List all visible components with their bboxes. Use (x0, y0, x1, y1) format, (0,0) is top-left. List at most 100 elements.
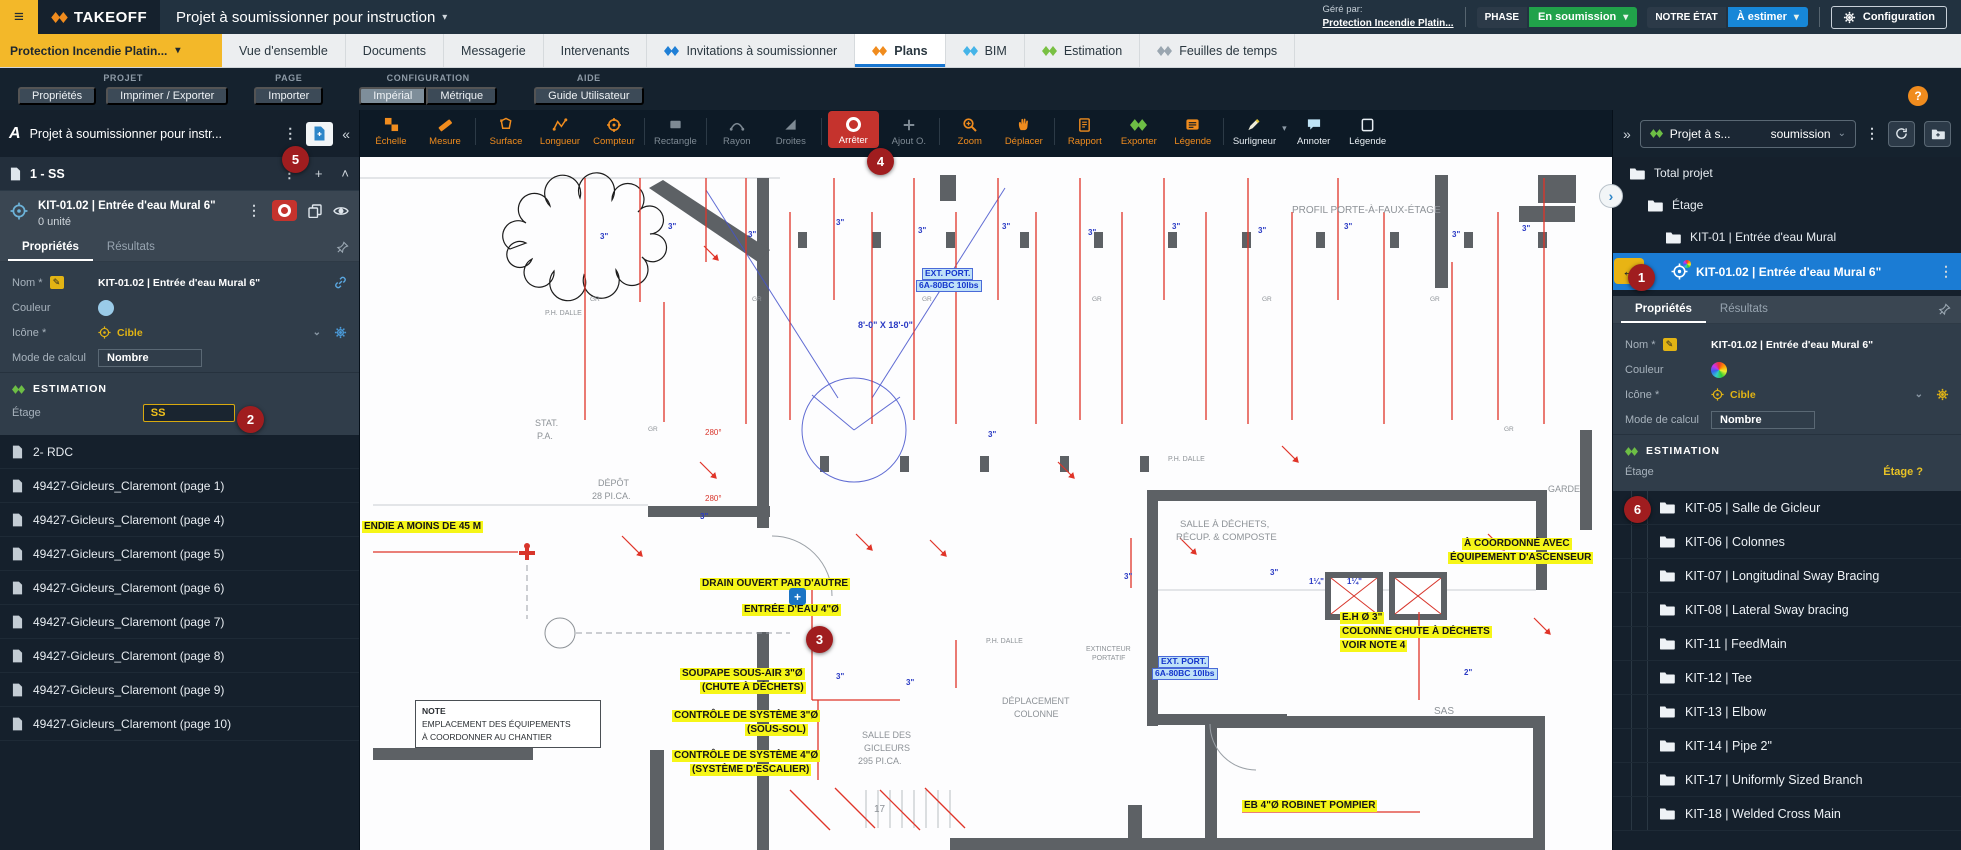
project-selector-dropdown[interactable]: Protection Incendie Platin... ▾ (0, 34, 222, 67)
pin-icon[interactable] (336, 241, 349, 254)
tool-arreter[interactable]: Arrêter (828, 111, 879, 148)
tab-messagerie[interactable]: Messagerie (444, 34, 544, 67)
tool-legende-2[interactable]: Légende (1341, 110, 1395, 147)
collapse-panel-icon[interactable]: » (1623, 126, 1631, 142)
tool-longueur[interactable]: Longueur (533, 110, 587, 147)
tree-item-etage[interactable]: Étage (1613, 189, 1961, 221)
chevron-down-icon[interactable]: ⌄ (1915, 389, 1923, 400)
add-page-button[interactable] (306, 122, 333, 146)
estimate-selector-dropdown[interactable]: Projet à s... soumission ⌄ (1640, 120, 1856, 148)
active-takeoff-stop-button[interactable] (272, 200, 297, 221)
selected-takeoff-row[interactable]: ← KIT-01.02 | Entrée d'eau Mural 6" ⋮ (1613, 253, 1961, 290)
tab-estimation[interactable]: Estimation (1025, 34, 1140, 67)
tab-vue-densemble[interactable]: Vue d'ensemble (222, 34, 346, 67)
tool-rayon[interactable]: Rayon (710, 110, 764, 147)
kebab-menu-icon[interactable]: ⋮ (247, 202, 261, 219)
sheet-item[interactable]: 49427-Gicleurs_Claremont (page 7) (0, 605, 359, 639)
tab-resultats[interactable]: Résultats (93, 234, 169, 261)
tool-compteur[interactable]: Compteur (587, 110, 641, 147)
expand-panel-button[interactable]: › (1599, 184, 1623, 208)
kit-item-05[interactable]: KIT-05 | Salle de Gicleur (1613, 491, 1961, 525)
sheet-item[interactable]: 49427-Gicleurs_Claremont (page 10) (0, 707, 359, 741)
takeoff-point-marker[interactable]: + (789, 588, 806, 605)
managed-by-link[interactable]: Protection Incendie Platin... (1322, 18, 1453, 29)
plan-canvas[interactable]: ENDIE A MOINS DE 45 MDRAIN OUVERT PAR D'… (360, 157, 1612, 850)
kebab-menu-icon[interactable]: ⋮ (1939, 263, 1953, 280)
sheet-item[interactable]: 49427-Gicleurs_Claremont (page 5) (0, 537, 359, 571)
sheet-item[interactable]: 49427-Gicleurs_Claremont (page 9) (0, 673, 359, 707)
sheet-item[interactable]: 49427-Gicleurs_Claremont (page 4) (0, 503, 359, 537)
color-swatch[interactable] (98, 300, 114, 316)
tool-rapport[interactable]: Rapport (1058, 110, 1112, 147)
tab-intervenants[interactable]: Intervenants (544, 34, 648, 67)
kit-item-17[interactable]: KIT-17 | Uniformly Sized Branch (1613, 763, 1961, 797)
guide-utilisateur-button[interactable]: Guide Utilisateur (534, 87, 643, 105)
help-button[interactable]: ? (1908, 86, 1928, 106)
gear-icon[interactable] (334, 326, 347, 339)
collapse-icon[interactable]: ˄ (341, 166, 349, 181)
phase-dropdown[interactable]: En soumission▾ (1529, 7, 1637, 27)
etage-link[interactable]: Étage ? (1883, 466, 1949, 478)
icon-value[interactable]: Cible (1711, 388, 1756, 401)
chevron-down-icon[interactable]: ⌄ (313, 327, 321, 338)
tool-mesure[interactable]: Mesure (418, 110, 472, 147)
project-title[interactable]: Projet à soumissionner pour instruction (176, 9, 435, 26)
state-dropdown[interactable]: À estimer▾ (1728, 7, 1808, 27)
tool-deplacer[interactable]: Déplacer (997, 110, 1051, 147)
calc-mode-value[interactable]: Nombre (1711, 411, 1815, 429)
kebab-menu-icon[interactable]: ⋮ (283, 125, 297, 142)
calc-mode-value[interactable]: Nombre (98, 349, 202, 367)
tab-feuilles-de-temps[interactable]: Feuilles de temps (1140, 34, 1295, 67)
gear-icon[interactable] (1936, 388, 1949, 401)
tab-plans[interactable]: Plans (855, 34, 945, 67)
imperial-toggle[interactable]: Impérial (359, 87, 426, 105)
tool-surface[interactable]: Surface (479, 110, 533, 147)
color-swatch[interactable] (1711, 362, 1727, 378)
refresh-button[interactable] (1888, 121, 1915, 147)
sheet-item[interactable]: 49427-Gicleurs_Claremont (page 1) (0, 469, 359, 503)
tool-echelle[interactable]: Échelle (364, 110, 418, 147)
proprietes-button[interactable]: Propriétés (18, 87, 96, 105)
add-folder-button[interactable] (1924, 121, 1951, 147)
note-icon[interactable]: ✎ (50, 276, 64, 289)
configuration-button[interactable]: Configuration (1831, 6, 1947, 29)
kit-item-06[interactable]: KIT-06 | Colonnes (1613, 525, 1961, 559)
kit-item-14[interactable]: KIT-14 | Pipe 2" (1613, 729, 1961, 763)
tool-rectangle[interactable]: Rectangle (648, 110, 703, 147)
imprimer-exporter-button[interactable]: Imprimer / Exporter (106, 87, 228, 105)
tab-resultats[interactable]: Résultats (1706, 296, 1782, 323)
kit-item-08[interactable]: KIT-08 | Lateral Sway bracing (1613, 593, 1961, 627)
sheet-item[interactable]: 49427-Gicleurs_Claremont (page 8) (0, 639, 359, 673)
tab-documents[interactable]: Documents (346, 34, 444, 67)
link-icon[interactable] (334, 276, 347, 289)
app-logo[interactable]: TAKEOFF (38, 0, 160, 34)
tab-proprietes[interactable]: Propriétés (1621, 296, 1706, 323)
pin-icon[interactable] (1938, 303, 1951, 316)
tab-bim[interactable]: BIM (946, 34, 1025, 67)
tab-invitations[interactable]: Invitations à soumissionner (647, 34, 855, 67)
note-icon[interactable]: ✎ (1663, 338, 1677, 351)
visibility-eye-icon[interactable] (333, 205, 349, 217)
collapse-panel-icon[interactable]: « (342, 126, 350, 142)
tab-proprietes[interactable]: Propriétés (8, 234, 93, 261)
metrique-toggle[interactable]: Métrique (426, 87, 497, 105)
tool-ajout-o[interactable]: Ajout O. (882, 110, 936, 147)
kebab-menu-icon[interactable]: ⋮ (1865, 125, 1879, 142)
add-icon[interactable]: + (315, 166, 323, 181)
tool-droites[interactable]: Droites (764, 110, 818, 147)
etage-input[interactable] (143, 404, 235, 422)
kit-item-13[interactable]: KIT-13 | Elbow (1613, 695, 1961, 729)
icon-value[interactable]: Cible (98, 326, 143, 339)
tool-legende[interactable]: Légende (1166, 110, 1220, 147)
sheet-item[interactable]: 49427-Gicleurs_Claremont (page 6) (0, 571, 359, 605)
kit-item-11[interactable]: KIT-11 | FeedMain (1613, 627, 1961, 661)
kit-item-12[interactable]: KIT-12 | Tee (1613, 661, 1961, 695)
kit-item-07[interactable]: KIT-07 | Longitudinal Sway Bracing (1613, 559, 1961, 593)
tool-exporter[interactable]: Exporter (1112, 110, 1166, 147)
hamburger-menu-icon[interactable]: ≡ (0, 0, 38, 34)
tool-zoom[interactable]: Zoom (943, 110, 997, 147)
importer-button[interactable]: Importer (254, 87, 323, 105)
nom-value[interactable]: KIT-01.02 | Entrée d'eau Mural 6" (98, 277, 260, 289)
project-title-caret-icon[interactable]: ▾ (442, 12, 447, 23)
kit-item-18[interactable]: KIT-18 | Welded Cross Main (1613, 797, 1961, 831)
